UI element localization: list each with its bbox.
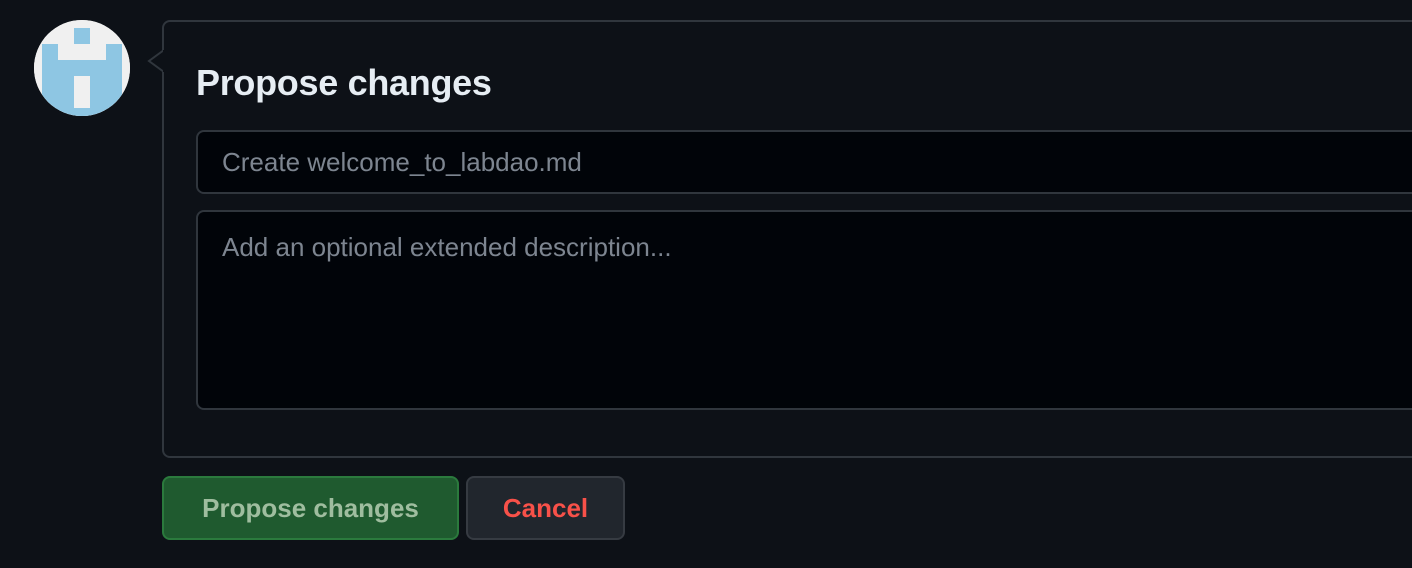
propose-changes-button[interactable]: Propose changes [162, 476, 459, 540]
commit-description-textarea[interactable] [196, 210, 1412, 410]
avatar[interactable] [34, 20, 130, 116]
identicon-icon [34, 20, 130, 116]
commit-page: Propose changes Propose changes Cancel [0, 0, 1412, 568]
commit-summary-input[interactable] [196, 130, 1412, 194]
speech-pointer-icon [147, 50, 169, 72]
form-title: Propose changes [196, 62, 492, 103]
cancel-button[interactable]: Cancel [466, 476, 625, 540]
